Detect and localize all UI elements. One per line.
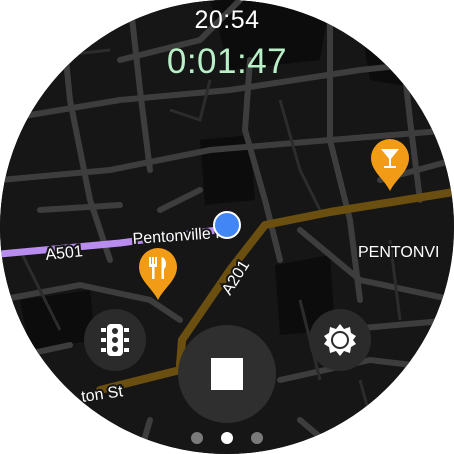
bar-pin[interactable] xyxy=(370,138,410,191)
page-dot[interactable] xyxy=(191,432,203,444)
brightness-button[interactable] xyxy=(309,309,371,371)
stop-icon xyxy=(211,358,243,390)
traffic-button[interactable] xyxy=(84,309,146,371)
stop-button[interactable] xyxy=(178,325,276,423)
traffic-light-icon xyxy=(101,324,129,356)
area-label-pentonville: PENTONVI xyxy=(358,244,440,261)
current-location-marker xyxy=(213,211,241,239)
elapsed-timer: 0:01:47 xyxy=(166,42,288,81)
clock-time: 20:54 xyxy=(194,6,260,34)
brightness-icon xyxy=(324,324,356,356)
restaurant-pin[interactable] xyxy=(138,247,178,300)
page-dot[interactable] xyxy=(251,432,263,444)
page-indicator xyxy=(0,432,454,444)
page-dot-active[interactable] xyxy=(221,432,233,444)
watch-screen: A501 Pentonville Rd A201 PENTONVI ton St… xyxy=(0,0,454,454)
